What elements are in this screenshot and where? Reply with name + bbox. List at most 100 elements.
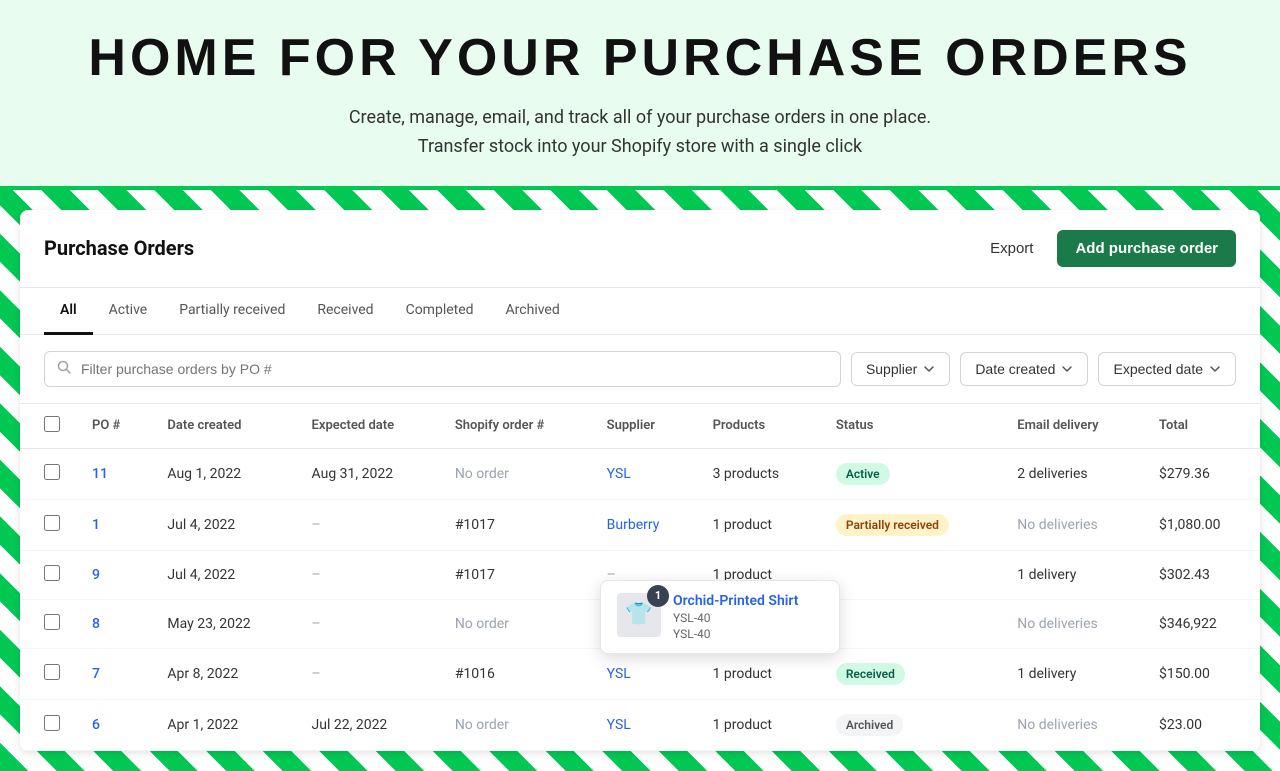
status-badge: Archived [836,714,903,736]
expected-date-cell: Jul 22, 2022 [296,699,439,750]
add-purchase-order-button[interactable]: Add purchase order [1057,230,1236,267]
supplier-link[interactable]: Burberry [607,517,660,533]
row-checkbox[interactable] [44,664,60,680]
status-cell: Partially received [820,499,1001,550]
row-checkbox[interactable] [44,515,60,531]
filter-bar: Supplier Date created Expected date [20,335,1260,404]
status-cell: Archived [820,699,1001,750]
table-row: 1 Jul 4, 2022 – #1017 Burberry 1 product… [20,499,1260,550]
card-header: Purchase Orders Export Add purchase orde… [20,210,1260,288]
total-cell: $302.43 [1143,550,1260,599]
purchase-orders-card: Purchase Orders Export Add purchase orde… [20,210,1260,751]
chevron-down-icon [923,363,935,375]
status-cell [820,599,1001,648]
po-link[interactable]: 11 [92,466,108,482]
status-cell: Received [820,648,1001,699]
row-checkbox[interactable] [44,565,60,581]
row-checkbox[interactable] [44,715,60,731]
supplier-link[interactable]: YSL [607,666,631,682]
total-cell: $23.00 [1143,699,1260,750]
date-created-cell: Aug 1, 2022 [151,448,295,499]
total-cell: $279.36 [1143,448,1260,499]
shopify-order-cell: No order [439,599,591,648]
col-shopify-order: Shopify order # [439,404,591,449]
expected-date-cell: Aug 31, 2022 [296,448,439,499]
supplier-cell: YSL [591,699,697,750]
shopify-order-cell: #1017 [439,550,591,599]
tab-completed[interactable]: Completed [390,288,490,335]
supplier-cell: YSL [591,448,697,499]
po-link[interactable]: 1 [92,517,100,533]
hero-title: HOME FOR YOUR PURCHASE ORDERS [20,28,1260,88]
status-badge: Active [836,463,890,485]
table-row: 11 Aug 1, 2022 Aug 31, 2022 No order YSL… [20,448,1260,499]
po-link[interactable]: 9 [92,567,100,583]
date-created-cell: May 23, 2022 [151,599,295,648]
table-row: 6 Apr 1, 2022 Jul 22, 2022 No order YSL … [20,699,1260,750]
shopify-order-cell: #1017 [439,499,591,550]
tab-active[interactable]: Active [93,288,164,335]
total-cell: $1,080.00 [1143,499,1260,550]
email-delivery-cell: No deliveries [1001,699,1143,750]
tooltip-info: Orchid-Printed Shirt YSL-40 YSL-40 [673,593,798,641]
date-created-cell: Jul 4, 2022 [151,499,295,550]
select-all-checkbox[interactable] [44,416,60,432]
search-input[interactable] [44,351,841,387]
expected-date-cell: – [296,599,439,648]
hero-subtitle: Create, manage, email, and track all of … [20,104,1260,162]
tooltip-product-name[interactable]: Orchid-Printed Shirt [673,593,798,609]
status-cell [820,550,1001,599]
expected-date-cell: – [296,550,439,599]
col-po: PO # [76,404,151,449]
date-created-cell: Apr 1, 2022 [151,699,295,750]
po-link[interactable]: 7 [92,666,100,682]
chevron-down-icon [1061,363,1073,375]
chevron-down-icon [1209,363,1221,375]
row-checkbox[interactable] [44,464,60,480]
supplier-link[interactable]: YSL [607,717,631,733]
purchase-orders-table: PO # Date created Expected date Shopify … [20,404,1260,751]
products-cell: 1 product [697,699,820,750]
tab-bar: All Active Partially received Received C… [20,288,1260,335]
expected-date-filter-button[interactable]: Expected date [1098,352,1236,386]
col-status: Status [820,404,1001,449]
export-button[interactable]: Export [978,232,1045,265]
products-cell: 1 product [697,499,820,550]
po-link[interactable]: 6 [92,717,100,733]
expected-date-cell: – [296,648,439,699]
col-products: Products [697,404,820,449]
total-cell: $150.00 [1143,648,1260,699]
tab-archived[interactable]: Archived [490,288,576,335]
supplier-filter-button[interactable]: Supplier [851,352,950,386]
tooltip-sku1: YSL-40 [673,611,798,625]
col-total: Total [1143,404,1260,449]
col-date-created: Date created [151,404,295,449]
total-cell: $346,922 [1143,599,1260,648]
product-tooltip: 👕 1 Orchid-Printed Shirt YSL-40 YSL-40 [600,580,840,654]
tooltip-sku2: YSL-40 [673,627,798,641]
table-row: 7 Apr 8, 2022 – #1016 YSL 1 product Rece… [20,648,1260,699]
tab-received[interactable]: Received [301,288,389,335]
col-supplier: Supplier [591,404,697,449]
shopify-order-cell: No order [439,448,591,499]
row-checkbox[interactable] [44,614,60,630]
email-delivery-cell: No deliveries [1001,599,1143,648]
tooltip-badge-count: 1 [647,585,669,607]
tab-all[interactable]: All [44,288,93,335]
hero-section: HOME FOR YOUR PURCHASE ORDERS Create, ma… [0,0,1280,190]
supplier-link[interactable]: YSL [607,466,631,482]
email-delivery-cell: 2 deliveries [1001,448,1143,499]
po-link[interactable]: 8 [92,616,100,632]
date-created-filter-button[interactable]: Date created [960,352,1088,386]
email-delivery-cell: No deliveries [1001,499,1143,550]
card-title: Purchase Orders [44,236,194,260]
status-badge: Received [836,663,905,685]
tab-partially-received[interactable]: Partially received [163,288,301,335]
date-created-cell: Jul 4, 2022 [151,550,295,599]
search-wrapper [44,351,841,387]
expected-date-cell: – [296,499,439,550]
email-delivery-cell: 1 delivery [1001,550,1143,599]
products-cell: 3 products [697,448,820,499]
status-badge: Partially received [836,514,949,536]
shopify-order-cell: No order [439,699,591,750]
